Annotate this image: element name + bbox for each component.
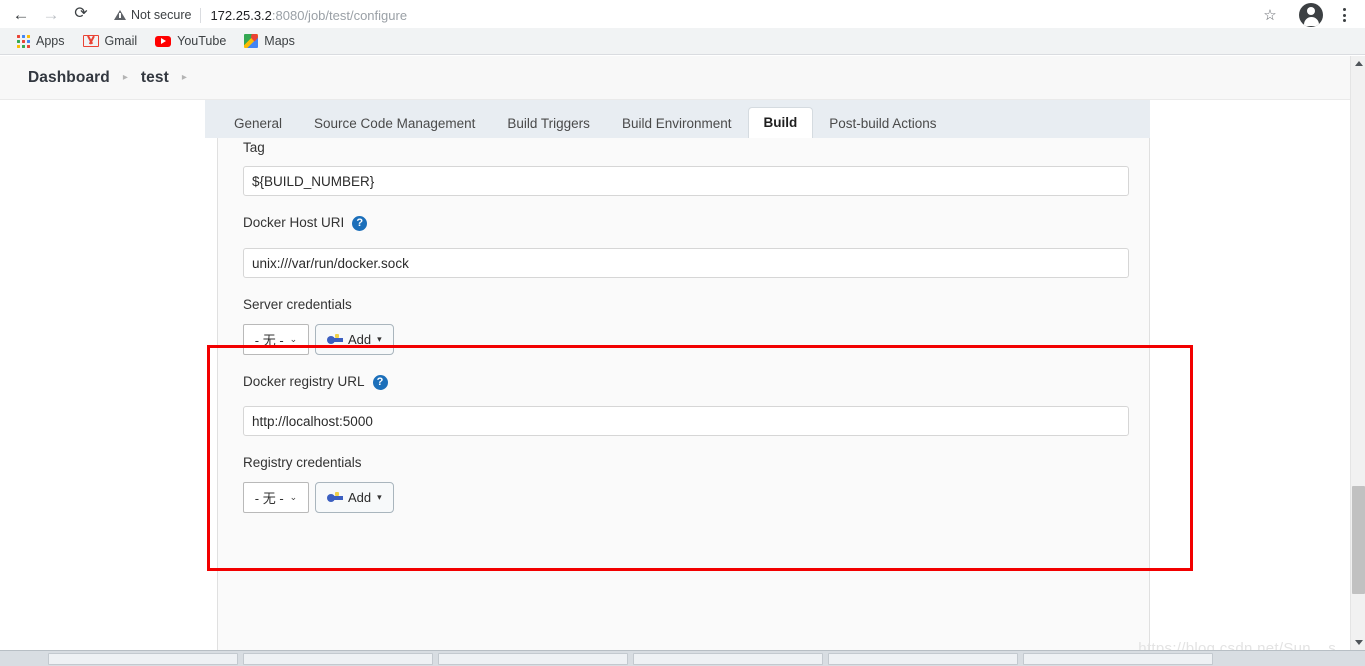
bookmark-label: Gmail — [104, 34, 138, 48]
add-button-label: Add — [348, 490, 372, 505]
server-credentials-row: - 无 - ⌄ Add ▾ — [243, 324, 394, 355]
page-viewport: Dashboard ▸ test ▸ General Source Code M… — [0, 56, 1350, 650]
docker-registry-url-label: Docker registry URL ? — [243, 374, 388, 390]
chevron-down-icon: ▾ — [377, 334, 382, 344]
tag-label: Tag — [243, 140, 265, 155]
breadcrumb-item-dashboard[interactable]: Dashboard — [28, 69, 110, 87]
reload-icon[interactable]: ⟳ — [66, 1, 96, 27]
os-taskbar — [0, 650, 1365, 666]
bookmark-star-icon[interactable]: ☆ — [1259, 4, 1281, 26]
scroll-up-arrow-icon[interactable] — [1351, 56, 1365, 71]
chevron-down-icon: ⌄ — [289, 492, 298, 502]
gmail-icon — [82, 35, 99, 47]
bookmarks-bar: Apps Gmail YouTube Maps — [0, 28, 1365, 55]
registry-credentials-row: - 无 - ⌄ Add ▾ — [243, 482, 394, 513]
taskbar-item[interactable] — [48, 652, 238, 665]
server-credentials-label: Server credentials — [243, 297, 352, 312]
help-icon[interactable]: ? — [352, 215, 368, 231]
server-credentials-select-value: - 无 - — [254, 333, 284, 348]
chevron-down-icon: ▾ — [377, 492, 382, 502]
help-icon[interactable]: ? — [372, 374, 388, 390]
breadcrumb-separator-icon: ▸ — [122, 71, 128, 83]
taskbar-item[interactable] — [633, 652, 823, 665]
tag-input[interactable] — [243, 166, 1129, 196]
url-text: 172.25.3.2:8080/job/test/configure — [210, 8, 407, 23]
watermark-text: https://blog.csdn.net/Sun__s — [1138, 640, 1336, 650]
vertical-scrollbar[interactable] — [1350, 56, 1365, 650]
taskbar-item[interactable] — [828, 652, 1018, 665]
bookmark-label: YouTube — [177, 34, 227, 48]
scroll-down-arrow-icon[interactable] — [1351, 635, 1365, 650]
docker-registry-url-input[interactable] — [243, 406, 1129, 436]
add-server-credentials-button[interactable]: Add ▾ — [315, 324, 394, 355]
add-registry-credentials-button[interactable]: Add ▾ — [315, 482, 394, 513]
breadcrumb: Dashboard ▸ test ▸ — [0, 56, 1350, 100]
browser-toolbar: ← → ⟳ Not secure 172.25.3.2:8080/job/tes… — [0, 0, 1365, 28]
bookmark-label: Apps — [36, 34, 65, 48]
chrome-menu-icon[interactable] — [1333, 3, 1355, 27]
profile-avatar-icon[interactable] — [1299, 3, 1323, 27]
key-icon — [327, 334, 343, 345]
security-indicator[interactable]: Not secure — [114, 8, 191, 22]
taskbar-item[interactable] — [438, 652, 628, 665]
back-arrow-icon[interactable]: ← — [6, 1, 36, 27]
bookmark-apps[interactable]: Apps — [8, 30, 74, 52]
bookmark-label: Maps — [264, 34, 295, 48]
bookmark-youtube[interactable]: YouTube — [146, 30, 235, 52]
address-bar[interactable]: Not secure 172.25.3.2:8080/job/test/conf… — [104, 3, 1258, 27]
docker-host-uri-label: Docker Host URI ? — [243, 215, 368, 231]
docker-host-uri-input[interactable] — [243, 248, 1129, 278]
scrollbar-thumb[interactable] — [1352, 486, 1365, 594]
warning-triangle-icon — [114, 10, 126, 20]
taskbar-item[interactable] — [1023, 652, 1213, 665]
chevron-down-icon: ⌄ — [289, 334, 298, 344]
security-label: Not secure — [131, 8, 192, 22]
url-path: :8080/job/test/configure — [271, 7, 408, 23]
tab-general[interactable]: General — [218, 109, 298, 140]
tab-build-triggers[interactable]: Build Triggers — [491, 109, 606, 140]
url-host: 172.25.3.2 — [210, 7, 272, 23]
taskbar-item[interactable] — [243, 652, 433, 665]
page-canvas: General Source Code Management Build Tri… — [0, 100, 1350, 650]
registry-credentials-select-value: - 无 - — [254, 491, 284, 506]
apps-grid-icon — [17, 34, 30, 48]
breadcrumb-separator-icon: ▸ — [181, 71, 187, 83]
tab-post-build-actions[interactable]: Post-build Actions — [813, 109, 952, 140]
maps-icon — [244, 34, 259, 48]
forward-arrow-icon[interactable]: → — [36, 1, 66, 27]
add-button-label: Add — [348, 332, 372, 347]
build-config-panel: Tag Docker Host URI ? Server credentials… — [217, 138, 1150, 650]
key-icon — [327, 492, 343, 503]
tab-source-code-management[interactable]: Source Code Management — [298, 109, 491, 140]
youtube-icon — [155, 35, 172, 47]
tab-build-environment[interactable]: Build Environment — [606, 109, 748, 140]
registry-credentials-select[interactable]: - 无 - ⌄ — [243, 482, 309, 513]
config-tabbar: General Source Code Management Build Tri… — [205, 100, 1150, 140]
tab-build[interactable]: Build — [747, 106, 814, 139]
bookmark-gmail[interactable]: Gmail — [74, 30, 147, 52]
registry-credentials-label: Registry credentials — [243, 455, 362, 470]
bookmark-maps[interactable]: Maps — [235, 30, 304, 52]
omnibox-divider — [200, 7, 202, 23]
breadcrumb-item-test[interactable]: test — [141, 69, 169, 87]
server-credentials-select[interactable]: - 无 - ⌄ — [243, 324, 309, 355]
